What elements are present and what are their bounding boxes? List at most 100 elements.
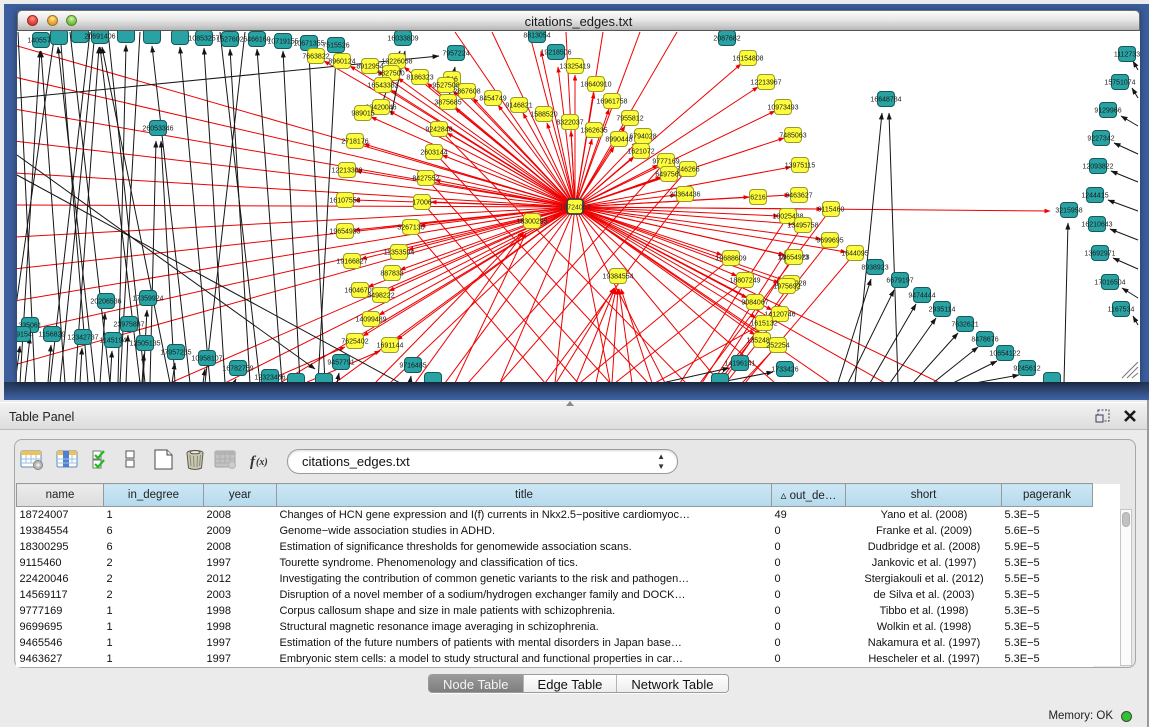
svg-text:9227342: 9227342 bbox=[1087, 136, 1114, 143]
svg-text:9242848: 9242848 bbox=[425, 127, 452, 134]
svg-text:2603144: 2603144 bbox=[420, 150, 447, 157]
svg-text:746266: 746266 bbox=[676, 167, 699, 174]
svg-text:13325419: 13325419 bbox=[559, 64, 590, 71]
svg-text:10654122: 10654122 bbox=[989, 351, 1020, 358]
svg-text:10958107: 10958107 bbox=[191, 356, 222, 363]
svg-text:13226058: 13226058 bbox=[381, 59, 412, 66]
svg-text:9777169: 9777169 bbox=[652, 159, 679, 166]
svg-text:12323466: 12323466 bbox=[254, 375, 285, 382]
svg-text:14099489: 14099489 bbox=[355, 317, 386, 324]
svg-text:8454749: 8454749 bbox=[479, 96, 506, 103]
svg-text:19384554: 19384554 bbox=[602, 274, 633, 281]
svg-text:8427552: 8427552 bbox=[412, 176, 439, 183]
svg-text:8960124: 8960124 bbox=[328, 59, 355, 66]
svg-text:13692971: 13692971 bbox=[1084, 251, 1115, 258]
svg-text:8478676: 8478676 bbox=[971, 337, 998, 344]
svg-text:16961758: 16961758 bbox=[596, 99, 627, 106]
svg-text:1588520: 1588520 bbox=[530, 112, 557, 119]
svg-text:16154808: 16154808 bbox=[732, 56, 763, 63]
svg-text:9716485: 9716485 bbox=[399, 363, 426, 370]
svg-text:9699695: 9699695 bbox=[816, 238, 843, 245]
svg-text:20691406: 20691406 bbox=[84, 34, 115, 41]
svg-text:3215958: 3215958 bbox=[1055, 208, 1082, 215]
svg-text:9827500: 9827500 bbox=[377, 71, 404, 78]
svg-text:3875685: 3875685 bbox=[434, 100, 461, 107]
svg-text:989015: 989015 bbox=[351, 111, 374, 118]
svg-text:1145194: 1145194 bbox=[100, 338, 127, 345]
svg-text:2718176: 2718176 bbox=[341, 139, 368, 146]
svg-text:7663822: 7663822 bbox=[302, 54, 329, 61]
svg-text:(x): (x) bbox=[256, 457, 268, 468]
svg-text:18724007: 18724007 bbox=[559, 205, 590, 212]
svg-text:23975887: 23975887 bbox=[113, 322, 144, 329]
svg-text:1244415: 1244415 bbox=[1081, 193, 1108, 200]
svg-text:7632621: 7632621 bbox=[951, 322, 978, 329]
svg-text:16107553: 16107553 bbox=[329, 198, 360, 205]
svg-text:39154: 39154 bbox=[17, 332, 32, 339]
svg-text:1615132: 1615132 bbox=[750, 321, 777, 328]
svg-text:8186323: 8186323 bbox=[406, 75, 433, 82]
svg-text:12093822: 12093822 bbox=[1082, 164, 1113, 171]
svg-text:17359924: 17359924 bbox=[132, 296, 163, 303]
svg-text:2935114: 2935114 bbox=[929, 307, 956, 314]
svg-text:3267130: 3267130 bbox=[397, 225, 424, 232]
svg-text:17006: 17006 bbox=[412, 200, 432, 207]
svg-text:8322037: 8322037 bbox=[556, 120, 583, 127]
svg-text:18640910: 18640910 bbox=[580, 82, 611, 89]
svg-text:9474444: 9474444 bbox=[908, 293, 935, 300]
svg-text:9146821: 9146821 bbox=[505, 103, 532, 110]
svg-text:1621072: 1621072 bbox=[627, 149, 654, 156]
svg-text:18300295: 18300295 bbox=[516, 219, 547, 226]
svg-text:12213369: 12213369 bbox=[331, 168, 362, 175]
svg-text:9245612: 9245612 bbox=[1013, 366, 1040, 373]
svg-text:8912954: 8912954 bbox=[356, 64, 383, 71]
svg-text:1644095: 1644095 bbox=[841, 251, 868, 258]
svg-text:9457791: 9457791 bbox=[327, 360, 354, 367]
svg-text:20364436: 20364436 bbox=[669, 192, 700, 199]
svg-text:7485063: 7485063 bbox=[779, 133, 806, 140]
svg-text:20206536: 20206536 bbox=[90, 299, 121, 306]
svg-text:10853257: 10853257 bbox=[188, 36, 219, 43]
svg-text:8938923: 8938923 bbox=[861, 265, 888, 272]
svg-text:12213967: 12213967 bbox=[750, 80, 781, 87]
svg-text:17016504: 17016504 bbox=[1094, 280, 1125, 287]
svg-text:16648784: 16648784 bbox=[870, 97, 901, 104]
svg-text:6216: 6216 bbox=[750, 195, 766, 202]
svg-text:17957235: 17957235 bbox=[160, 350, 191, 357]
svg-text:7957224: 7957224 bbox=[442, 51, 469, 58]
svg-text:252254: 252254 bbox=[766, 343, 789, 350]
svg-text:16033809: 16033809 bbox=[387, 36, 418, 43]
svg-text:8813054: 8813054 bbox=[523, 33, 550, 40]
svg-text:6794028: 6794028 bbox=[629, 134, 656, 141]
svg-text:9463627: 9463627 bbox=[785, 193, 812, 200]
svg-text:1975692: 1975692 bbox=[773, 284, 800, 291]
svg-text:16543382: 16543382 bbox=[367, 83, 398, 90]
svg-text:1156829: 1156829 bbox=[39, 332, 66, 339]
svg-text:9115460: 9115460 bbox=[818, 207, 845, 214]
svg-text:3498222: 3498222 bbox=[367, 293, 394, 300]
svg-text:7515526: 7515526 bbox=[322, 43, 349, 50]
svg-text:1691144: 1691144 bbox=[377, 343, 404, 350]
svg-text:12505135: 12505135 bbox=[129, 341, 160, 348]
svg-text:26053346: 26053346 bbox=[142, 126, 173, 133]
svg-text:6679197: 6679197 bbox=[886, 278, 913, 285]
svg-text:16210643: 16210643 bbox=[1081, 222, 1112, 229]
svg-text:1733426: 1733426 bbox=[771, 367, 798, 374]
svg-text:887833: 887833 bbox=[380, 271, 403, 278]
svg-text:13495758: 13495758 bbox=[787, 223, 818, 230]
svg-text:15751074: 15751074 bbox=[1104, 80, 1135, 87]
svg-text:12342737: 12342737 bbox=[67, 335, 98, 342]
svg-text:7955812: 7955812 bbox=[616, 116, 643, 123]
svg-text:10671355: 10671355 bbox=[293, 41, 324, 48]
svg-text:19654933: 19654933 bbox=[329, 229, 360, 236]
svg-text:14196141: 14196141 bbox=[724, 361, 755, 368]
svg-text:9129966: 9129966 bbox=[1094, 108, 1121, 115]
svg-text:10973493: 10973493 bbox=[767, 105, 798, 112]
svg-text:1527602: 1527602 bbox=[216, 37, 243, 44]
svg-text:7625402: 7625402 bbox=[341, 339, 368, 346]
svg-text:19654923: 19654923 bbox=[778, 255, 809, 262]
svg-text:9084067: 9084067 bbox=[741, 300, 768, 307]
svg-text:2867608: 2867608 bbox=[453, 89, 480, 96]
svg-text:10688609: 10688609 bbox=[715, 256, 746, 263]
svg-text:16782759: 16782759 bbox=[222, 366, 253, 373]
